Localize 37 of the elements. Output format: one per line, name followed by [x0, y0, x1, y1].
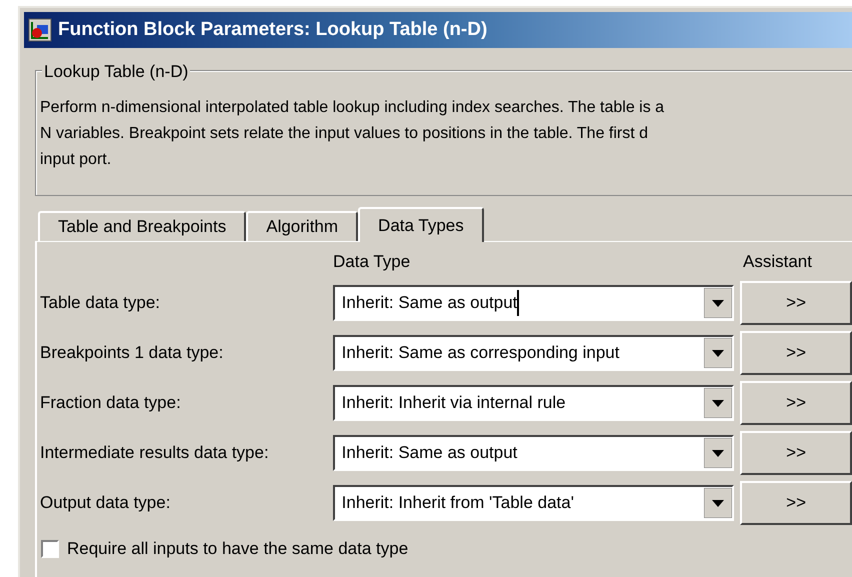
tab[interactable]: Algorithm	[246, 211, 358, 241]
dropdown-arrow-icon[interactable]	[704, 288, 732, 318]
dropdown-value: Inherit: Same as corresponding input	[340, 342, 620, 364]
dropdown-value: Inherit: Inherit from 'Table data'	[340, 492, 575, 514]
assistant-button[interactable]: >>	[740, 481, 852, 525]
assistant-button[interactable]: >>	[740, 431, 852, 475]
dropdown-value: Inherit: Same as output	[340, 442, 518, 464]
description-text: Perform n-dimensional interpolated table lookup including index searches. The table is a	[40, 98, 664, 118]
dropdown[interactable]: Inherit: Same as output	[332, 285, 734, 321]
field-label: Breakpoints 1 data type:	[39, 342, 224, 364]
dropdown[interactable]: Inherit: Same as corresponding input	[332, 335, 734, 371]
column-header: Data Type	[333, 250, 412, 272]
dropdown[interactable]: Inherit: Same as output	[332, 435, 734, 471]
dropdown[interactable]: Inherit: Inherit via internal rule	[332, 385, 734, 421]
dropdown-arrow-icon[interactable]	[704, 338, 732, 368]
tab[interactable]: Data Types	[358, 207, 484, 242]
assistant-button[interactable]: >>	[740, 381, 852, 425]
dropdown-arrow-icon[interactable]	[704, 488, 732, 518]
checkbox-label: Require all inputs to have the same data type	[67, 538, 408, 560]
assistant-button[interactable]: >>	[740, 331, 852, 375]
field-label: Table data type:	[39, 292, 162, 314]
description-text: input port.	[40, 150, 112, 170]
field-label: Fraction data type:	[39, 392, 182, 414]
assistant-button[interactable]: >>	[740, 281, 852, 325]
dropdown-arrow-icon[interactable]	[704, 388, 732, 418]
tab[interactable]: Table and Breakpoints	[38, 211, 246, 241]
column-header: Assistant	[743, 250, 812, 272]
window-title: Function Block Parameters: Lookup Table (n-D)	[58, 18, 488, 42]
field-label: Intermediate results data type:	[39, 442, 270, 464]
app-icon	[28, 18, 52, 42]
dropdown[interactable]: Inherit: Inherit from 'Table data'	[332, 485, 734, 521]
field-label: Output data type:	[39, 492, 172, 514]
checkbox[interactable]	[41, 540, 59, 558]
dropdown-arrow-icon[interactable]	[704, 438, 732, 468]
dropdown-value: Inherit: Inherit via internal rule	[340, 392, 567, 414]
dropdown-value: Inherit: Same as output	[334, 290, 520, 316]
description-text: N variables. Breakpoint sets relate the input values to positions in the table. The first d	[40, 124, 650, 144]
